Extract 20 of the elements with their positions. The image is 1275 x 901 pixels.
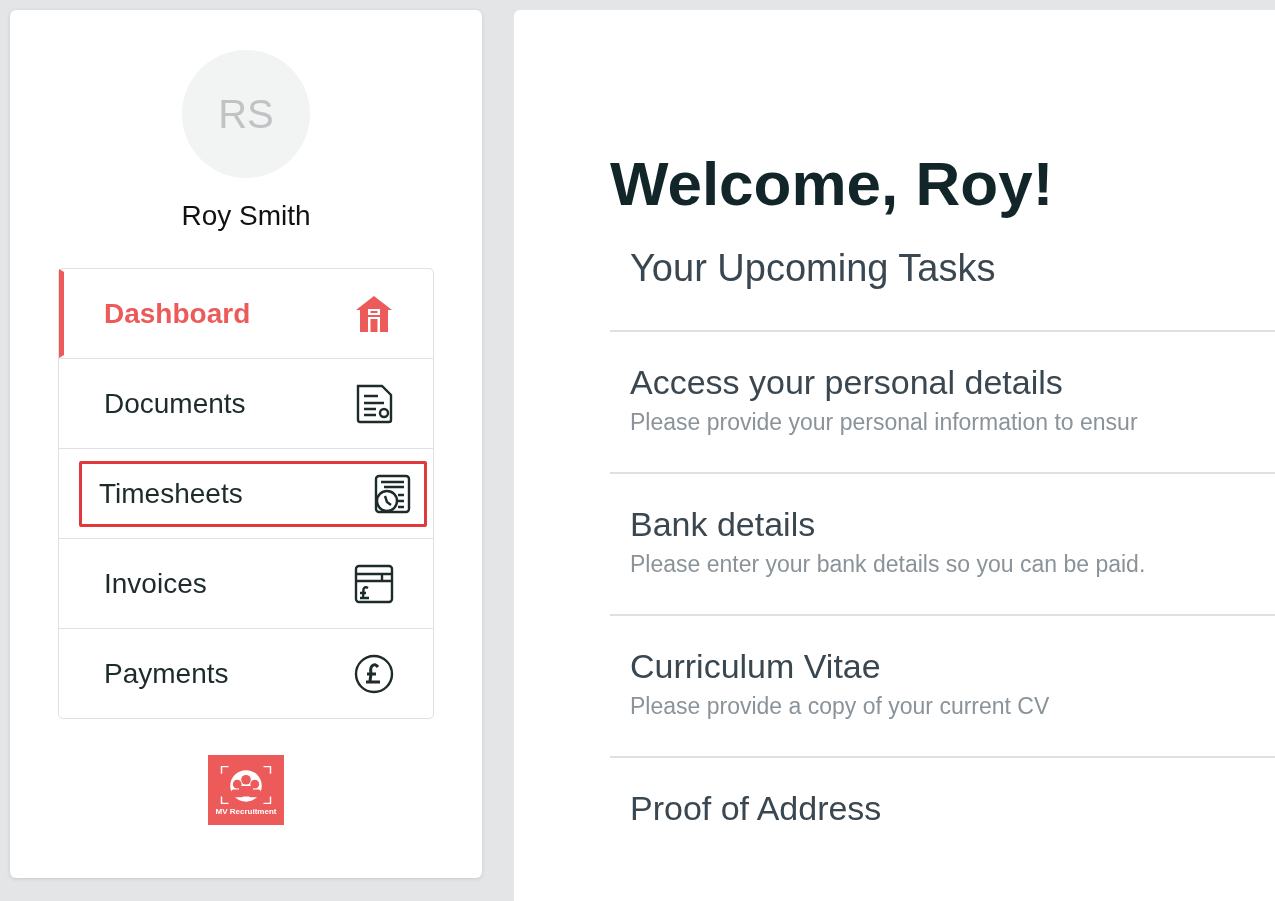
task-title[interactable]: Curriculum Vitae xyxy=(630,645,1275,687)
section-heading: Your Upcoming Tasks xyxy=(630,246,997,292)
welcome-heading: Welcome, Roy! xyxy=(610,150,1055,219)
user-name: Roy Smith xyxy=(181,200,311,232)
nav-item[interactable]: Documents xyxy=(59,359,427,448)
logo-caption: MV Recruitment xyxy=(215,807,277,817)
task-title[interactable]: Bank details xyxy=(630,503,1275,545)
invoice-icon xyxy=(354,563,394,604)
house-icon xyxy=(354,293,394,334)
nav-item[interactable]: Invoices xyxy=(59,539,427,628)
task-title[interactable]: Access your personal details xyxy=(630,361,1275,403)
nav-item[interactable]: Timesheets xyxy=(79,460,427,527)
document-icon xyxy=(354,383,394,424)
task-description: Please provide a copy of your current CV xyxy=(630,692,1051,720)
pound-icon xyxy=(354,653,394,694)
task-description: Please provide your personal information to ensur xyxy=(630,408,1139,436)
task-description: Please enter your bank details so you can be paid. xyxy=(630,550,1147,578)
task-title[interactable]: Proof of Address xyxy=(630,787,1275,829)
timesheet-icon xyxy=(372,473,412,514)
nav-item[interactable]: Payments xyxy=(59,629,427,718)
